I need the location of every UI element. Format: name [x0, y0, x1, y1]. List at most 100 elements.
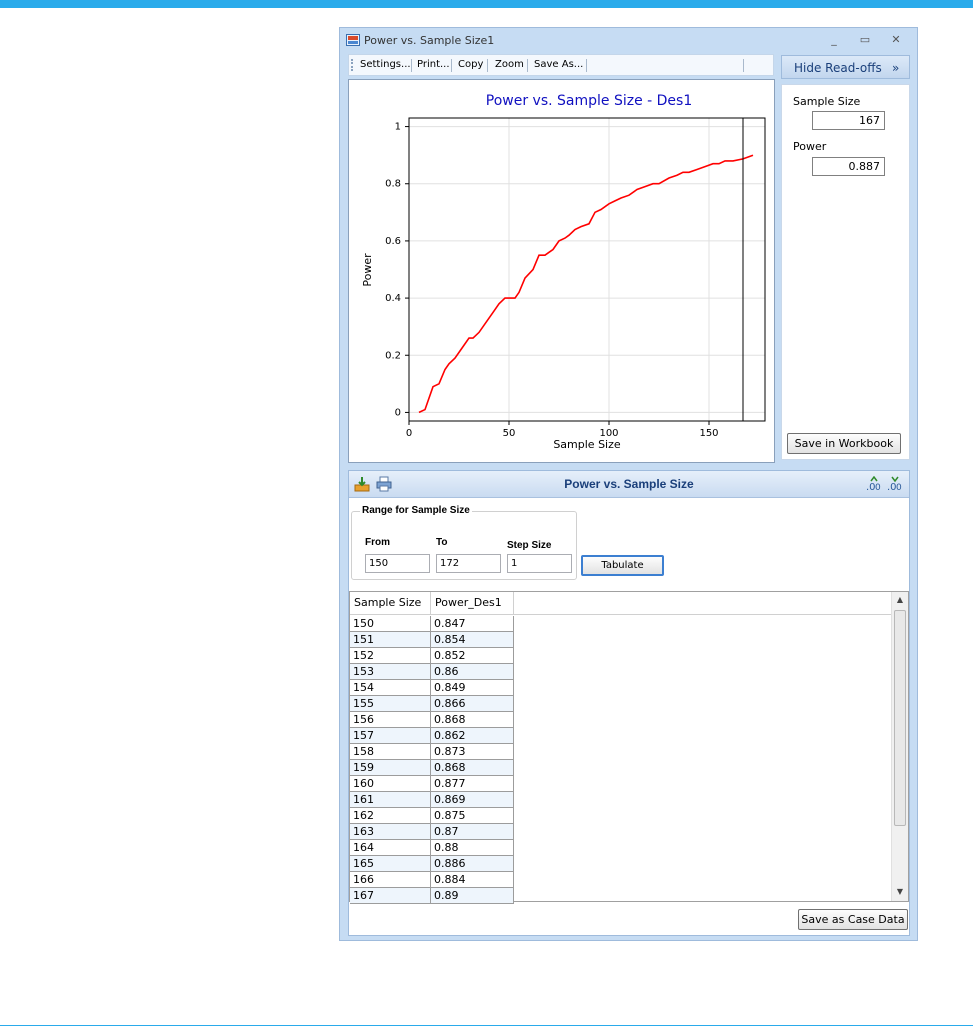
range-group-title: Range for Sample Size	[360, 505, 472, 516]
y-tick-label: 0.6	[385, 236, 401, 247]
cell-power[interactable]: 0.886	[431, 856, 514, 872]
table-row[interactable]: 154 0.849	[350, 680, 514, 696]
cell-sample-size[interactable]: 152	[350, 648, 431, 664]
cell-power[interactable]: 0.86	[431, 664, 514, 680]
to-input[interactable]: 172	[436, 554, 501, 573]
title-bar[interactable]: Power vs. Sample Size1 _ ▭ ✕	[340, 28, 917, 52]
close-button[interactable]: ✕	[888, 33, 904, 47]
table-row[interactable]: 153 0.86	[350, 664, 514, 680]
vertical-scrollbar[interactable]: ▲ ▼	[891, 592, 908, 901]
step-size-label: Step Size	[507, 540, 552, 551]
table-row[interactable]: 161 0.869	[350, 792, 514, 808]
cell-power[interactable]: 0.89	[431, 888, 514, 904]
svg-text:0: 0	[896, 483, 902, 492]
x-axis-label: Sample Size	[553, 438, 621, 451]
table-row[interactable]: 157 0.862	[350, 728, 514, 744]
chart-toolbar: Settings... Print... Copy Zoom Save As..…	[348, 54, 774, 76]
cell-power[interactable]: 0.88	[431, 840, 514, 856]
cell-sample-size[interactable]: 167	[350, 888, 431, 904]
table-row[interactable]: 159 0.868	[350, 760, 514, 776]
from-input[interactable]: 150	[365, 554, 430, 573]
cell-sample-size[interactable]: 166	[350, 872, 431, 888]
decrease-decimals-icon[interactable]: .0 0	[887, 476, 903, 492]
zoom-button[interactable]: Zoom	[495, 59, 524, 70]
y-tick-label: 0.2	[385, 350, 401, 361]
minimize-button[interactable]: _	[826, 33, 842, 47]
power-vs-sample-size-window: Power vs. Sample Size1 _ ▭ ✕ Settings...…	[339, 27, 918, 941]
chart-panel: 0 50 100 150 0 0.2 0.4 0.6 0.8 1 Power vs. Sample …	[348, 79, 775, 463]
table-row[interactable]: 151 0.854	[350, 632, 514, 648]
from-label: From	[365, 537, 390, 548]
cell-power[interactable]: 0.873	[431, 744, 514, 760]
table-row[interactable]: 166 0.884	[350, 872, 514, 888]
settings-button[interactable]: Settings...	[360, 59, 411, 70]
cell-sample-size[interactable]: 156	[350, 712, 431, 728]
cell-power[interactable]: 0.87	[431, 824, 514, 840]
cell-power[interactable]: 0.884	[431, 872, 514, 888]
x-tick-label: 50	[503, 428, 516, 439]
cell-power[interactable]: 0.877	[431, 776, 514, 792]
cell-sample-size[interactable]: 164	[350, 840, 431, 856]
cell-sample-size[interactable]: 155	[350, 696, 431, 712]
cell-sample-size[interactable]: 151	[350, 632, 431, 648]
table-row[interactable]: 167 0.89	[350, 888, 514, 904]
toolbar-grip[interactable]	[351, 59, 353, 71]
hide-readoffs-button[interactable]: Hide Read-offs »	[781, 55, 910, 79]
print-button[interactable]: Print...	[417, 59, 450, 70]
table-row[interactable]: 158 0.873	[350, 744, 514, 760]
table-row[interactable]: 150 0.847	[350, 616, 514, 632]
table-row[interactable]: 164 0.88	[350, 840, 514, 856]
table-row[interactable]: 165 0.886	[350, 856, 514, 872]
table-row[interactable]: 156 0.868	[350, 712, 514, 728]
results-table: Sample Size Power_Des1 150 0.847 151 0.854 1…	[349, 591, 909, 904]
tabulate-button[interactable]: Tabulate	[581, 555, 664, 576]
cell-power[interactable]: 0.854	[431, 632, 514, 648]
table-row[interactable]: 155 0.866	[350, 696, 514, 712]
save-in-workbook-button[interactable]: Save in Workbook	[787, 433, 901, 454]
cell-power[interactable]: 0.849	[431, 680, 514, 696]
table-row[interactable]: 162 0.875	[350, 808, 514, 824]
maximize-button[interactable]: ▭	[857, 33, 873, 47]
save-as-case-data-button[interactable]: Save as Case Data	[798, 909, 908, 930]
save-as-button[interactable]: Save As...	[534, 59, 583, 70]
cell-power[interactable]: 0.875	[431, 808, 514, 824]
y-tick-label: 1	[395, 122, 401, 133]
sample-size-label: Sample Size	[793, 95, 861, 108]
copy-button[interactable]: Copy	[458, 59, 483, 70]
cell-power[interactable]: 0.868	[431, 760, 514, 776]
cell-power[interactable]: 0.847	[431, 616, 514, 632]
cell-sample-size[interactable]: 159	[350, 760, 431, 776]
column-header-power-des1[interactable]: Power_Des1	[431, 592, 514, 615]
scroll-down-arrow-icon[interactable]: ▼	[892, 884, 908, 900]
svg-text:0: 0	[875, 483, 881, 492]
cell-sample-size[interactable]: 153	[350, 664, 431, 680]
scroll-up-arrow-icon[interactable]: ▲	[892, 592, 908, 608]
cell-sample-size[interactable]: 158	[350, 744, 431, 760]
table-row[interactable]: 160 0.877	[350, 776, 514, 792]
cell-sample-size[interactable]: 150	[350, 616, 431, 632]
cell-sample-size[interactable]: 154	[350, 680, 431, 696]
power-curve-series	[418, 154, 754, 414]
window-title: Power vs. Sample Size1	[364, 34, 495, 47]
cell-power[interactable]: 0.862	[431, 728, 514, 744]
cell-sample-size[interactable]: 161	[350, 792, 431, 808]
x-tick-label: 0	[406, 428, 412, 439]
table-row[interactable]: 163 0.87	[350, 824, 514, 840]
step-size-input[interactable]: 1	[507, 554, 572, 573]
cell-power[interactable]: 0.868	[431, 712, 514, 728]
scroll-thumb[interactable]	[894, 610, 906, 826]
cell-power[interactable]: 0.866	[431, 696, 514, 712]
column-header-sample-size[interactable]: Sample Size	[350, 592, 431, 615]
sample-size-readoff: 167	[812, 111, 885, 130]
increase-decimals-icon[interactable]: .0 0	[866, 476, 882, 492]
cell-power[interactable]: 0.869	[431, 792, 514, 808]
cell-sample-size[interactable]: 160	[350, 776, 431, 792]
table-row[interactable]: 152 0.852	[350, 648, 514, 664]
cell-sample-size[interactable]: 165	[350, 856, 431, 872]
cell-sample-size[interactable]: 157	[350, 728, 431, 744]
power-label: Power	[793, 140, 827, 153]
cell-sample-size[interactable]: 162	[350, 808, 431, 824]
y-axis-label: Power	[361, 253, 374, 287]
cell-power[interactable]: 0.852	[431, 648, 514, 664]
cell-sample-size[interactable]: 163	[350, 824, 431, 840]
